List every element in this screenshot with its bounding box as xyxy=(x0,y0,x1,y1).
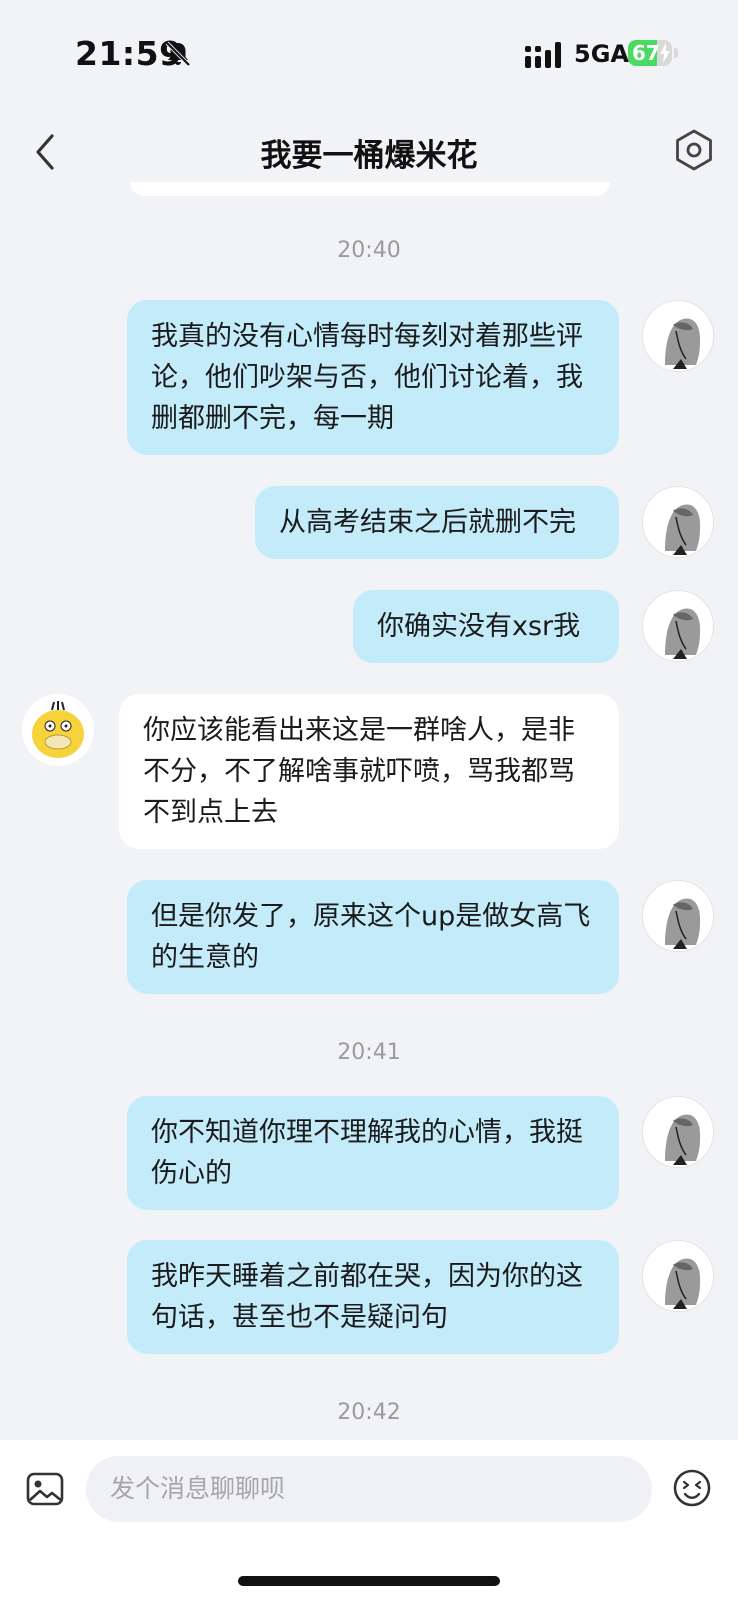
timestamp: 20:41 xyxy=(337,1040,401,1065)
avatar-me[interactable] xyxy=(642,880,714,952)
message-input[interactable]: 发个消息聊聊呗 xyxy=(86,1456,652,1522)
avatar-sketch-icon xyxy=(665,608,701,659)
image-icon[interactable] xyxy=(26,1472,64,1506)
avatar-me[interactable] xyxy=(642,300,714,372)
message-bubble-me[interactable]: 你不知道你理不理解我的心情，我挺伤心的 xyxy=(127,1096,619,1210)
status-bar: 21:59 5GA 67 xyxy=(0,0,738,104)
battery-charging-icon: 67 xyxy=(628,40,678,68)
avatar-me[interactable] xyxy=(642,1240,714,1312)
settings-icon[interactable] xyxy=(672,128,716,172)
signal-icon xyxy=(525,42,561,68)
emoji-icon[interactable] xyxy=(672,1468,712,1508)
avatar-them[interactable] xyxy=(22,694,94,766)
avatar-me[interactable] xyxy=(642,486,714,558)
message-bubble-me[interactable]: 我昨天睡着之前都在哭，因为你的这句话，甚至也不是疑问句 xyxy=(127,1240,619,1354)
message-bubble-me[interactable]: 你确实没有xsr我 xyxy=(353,590,619,663)
bell-slash-icon xyxy=(165,41,191,67)
avatar-sketch-icon xyxy=(665,318,701,369)
message-bubble-me[interactable]: 但是你发了，原来这个up是做女高飞的生意的 xyxy=(127,880,619,994)
avatar-me[interactable] xyxy=(642,1096,714,1168)
message-bubble-me[interactable]: 我真的没有心情每时每刻对着那些评论，他们吵架与否，他们讨论着，我删都删不完，每一… xyxy=(127,300,619,455)
timestamp: 20:42 xyxy=(337,1400,401,1425)
message-bubble-me[interactable]: 从高考结束之后就删不完 xyxy=(255,486,619,559)
timestamp: 20:40 xyxy=(337,238,401,263)
avatar-sketch-icon xyxy=(665,1114,701,1165)
avatar-sketch-icon xyxy=(665,504,701,555)
network-type: 5GA xyxy=(574,40,629,68)
avatar-sketch-icon xyxy=(665,898,701,949)
message-bubble-them[interactable]: 你应该能看出来这是一群啥人，是非不分，不了解啥事就吓喷，骂我都骂不到点上去 xyxy=(119,694,619,849)
chat-title: 我要一桶爆米花 xyxy=(260,138,478,174)
message-input-bar: 发个消息聊聊呗 xyxy=(0,1440,738,1600)
avatar-sketch-icon xyxy=(665,1258,701,1309)
avatar-me[interactable] xyxy=(642,590,714,662)
psyduck-avatar-icon xyxy=(22,694,94,766)
previous-card-edge xyxy=(130,182,610,196)
home-indicator[interactable] xyxy=(238,1576,500,1586)
